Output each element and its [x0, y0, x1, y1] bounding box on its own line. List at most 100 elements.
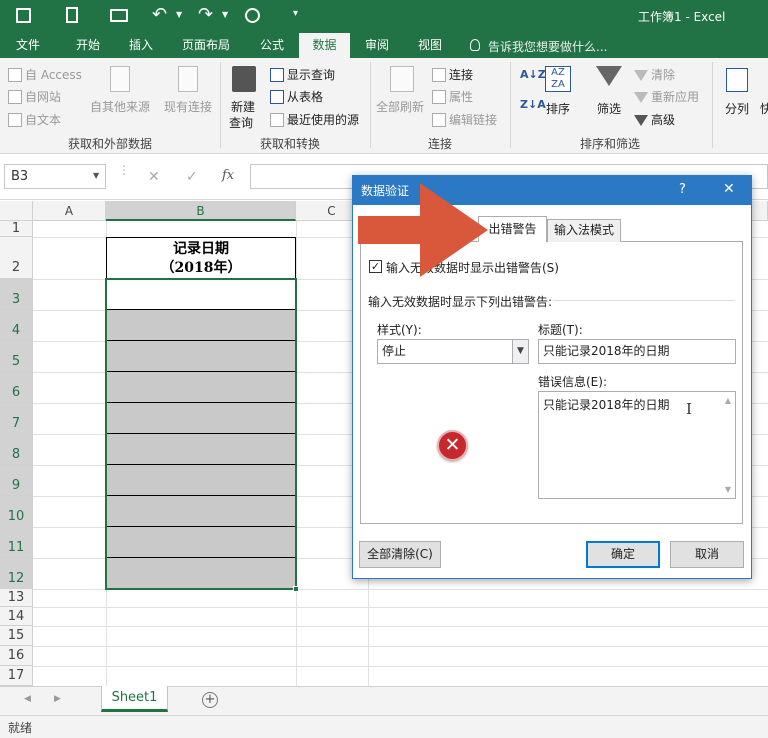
edit-links-icon	[432, 113, 446, 127]
scroll-up-icon[interactable]: ▲	[725, 396, 731, 405]
open-folder-icon[interactable]	[110, 9, 128, 22]
new-query-button[interactable]: 新建	[231, 98, 255, 115]
new-query-icon	[232, 66, 256, 92]
recent-sources-button[interactable]: 最近使用的源	[270, 111, 359, 128]
edit-links-button[interactable]: 编辑链接	[432, 111, 497, 128]
cell-border	[107, 309, 295, 310]
row-header[interactable]: 16	[0, 646, 33, 666]
undo-icon[interactable]: ↶	[152, 4, 167, 25]
redo-icon[interactable]: ↷	[198, 4, 213, 25]
new-query-button-line2[interactable]: 查询	[229, 114, 253, 131]
row-header[interactable]: 5	[0, 341, 33, 372]
clear-all-button[interactable]: 全部清除(C)	[359, 541, 441, 568]
selected-range[interactable]	[105, 278, 297, 590]
row-header[interactable]: 3	[0, 279, 33, 310]
sort-za-icon[interactable]: Z↓A	[520, 98, 546, 111]
status-ready: 就绪	[8, 721, 33, 735]
tab-review[interactable]: 审阅	[353, 33, 401, 58]
row-header[interactable]: 7	[0, 403, 33, 434]
help-icon[interactable]: ?	[679, 182, 686, 197]
scroll-left-icon[interactable]: ◀	[24, 694, 31, 704]
tab-home[interactable]: 开始	[64, 33, 112, 58]
existing-connections-button[interactable]: 现有连接	[164, 98, 212, 115]
redo-dropdown-icon[interactable]: ▼	[222, 10, 228, 19]
header-cell-b2[interactable]: 记录日期 （2018年）	[106, 237, 296, 279]
column-header-a[interactable]: A	[33, 201, 106, 221]
corner-select-all[interactable]	[0, 201, 33, 221]
row-header[interactable]: 4	[0, 310, 33, 341]
new-file-icon[interactable]	[66, 7, 78, 23]
ok-button[interactable]: 确定	[586, 541, 660, 568]
from-access-button[interactable]: 自 Access	[8, 66, 82, 83]
show-queries-button[interactable]: 显示查询	[270, 66, 335, 83]
row-header[interactable]: 17	[0, 666, 33, 686]
row-header[interactable]: 14	[0, 607, 33, 626]
tab-input-method[interactable]: 输入法模式	[547, 219, 621, 242]
enter-formula-icon[interactable]: ✓	[186, 169, 198, 185]
row-header[interactable]: 8	[0, 434, 33, 465]
from-text-button[interactable]: 自文本	[8, 111, 61, 128]
cell-border	[107, 495, 295, 496]
refresh-all-button[interactable]: 全部刷新	[376, 98, 424, 115]
flash-fill-button[interactable]: 快	[760, 100, 768, 117]
tab-data[interactable]: 数据	[299, 33, 350, 58]
tab-insert[interactable]: 插入	[117, 33, 165, 58]
other-sources-icon	[110, 66, 130, 92]
active-cell-b3[interactable]	[107, 280, 295, 309]
row-header[interactable]: 15	[0, 626, 33, 646]
fill-handle[interactable]	[293, 586, 299, 592]
section-label: 输入无效数据时显示下列出错警告:	[368, 295, 553, 309]
add-sheet-icon[interactable]: +	[202, 692, 218, 708]
customize-quick-access-icon[interactable]: ▾	[293, 8, 298, 19]
from-table-button[interactable]: 从表格	[270, 88, 323, 105]
ribbon-separator	[510, 62, 511, 148]
row-header[interactable]: 2	[0, 237, 33, 279]
row-header[interactable]: 9	[0, 465, 33, 496]
row-header[interactable]: 12	[0, 558, 33, 589]
tab-page-layout[interactable]: 页面布局	[174, 33, 238, 58]
sort-button[interactable]: 排序	[546, 100, 570, 117]
save-icon[interactable]	[16, 8, 31, 23]
cancel-formula-icon[interactable]: ✕	[148, 169, 160, 185]
column-header-b[interactable]: B	[106, 201, 296, 221]
style-select[interactable]: 停止 ▼	[377, 339, 529, 364]
text-to-columns-button[interactable]: 分列	[725, 100, 749, 117]
clear-filter-button[interactable]: 清除	[634, 66, 675, 83]
sheet-tab-sheet1[interactable]: Sheet1	[101, 686, 168, 712]
filter-button[interactable]: 筛选	[597, 100, 621, 117]
reapply-icon	[634, 92, 648, 103]
connections-icon	[432, 68, 446, 82]
more-dots-icon: ⋮	[118, 163, 130, 177]
row-header[interactable]: 6	[0, 372, 33, 403]
scroll-down-icon[interactable]: ▼	[725, 485, 731, 494]
row-header[interactable]: 11	[0, 527, 33, 558]
cell-border	[107, 433, 295, 434]
chevron-down-icon[interactable]: ▼	[512, 340, 528, 363]
insert-function-icon[interactable]: fx	[222, 168, 234, 183]
properties-button[interactable]: 属性	[432, 88, 473, 105]
tab-view[interactable]: 视图	[406, 33, 454, 58]
ribbon-data: 自 Access 自网站 自文本 自其他来源 现有连接 获取和外部数据 新建 查…	[0, 58, 768, 154]
row-header[interactable]: 1	[0, 221, 33, 237]
circle-icon[interactable]	[245, 8, 260, 23]
row-header[interactable]: 10	[0, 496, 33, 527]
from-web-button[interactable]: 自网站	[8, 88, 61, 105]
from-other-sources-button[interactable]: 自其他来源	[90, 98, 150, 115]
message-textarea[interactable]: 只能记录2018年的日期 I ▲ ▼	[538, 391, 736, 499]
row-header[interactable]: 13	[0, 589, 33, 607]
scroll-right-icon[interactable]: ▶	[54, 694, 61, 704]
title-input[interactable]: 只能记录2018年的日期	[538, 339, 736, 364]
group-label-transform: 获取和转换	[259, 137, 320, 151]
sort-az-icon[interactable]: A↓Z	[520, 68, 546, 81]
tell-me-input[interactable]: 告诉我您想要做什么...	[488, 38, 607, 55]
cancel-button[interactable]: 取消	[670, 541, 744, 568]
advanced-filter-button[interactable]: 高级	[634, 111, 675, 128]
undo-dropdown-icon[interactable]: ▼	[176, 10, 182, 19]
close-icon[interactable]: ✕	[723, 181, 735, 197]
reapply-button[interactable]: 重新应用	[634, 88, 699, 105]
name-box-dropdown-icon[interactable]: ▼	[93, 171, 99, 180]
connections-button[interactable]: 连接	[432, 66, 473, 83]
tab-formulas[interactable]: 公式	[248, 33, 296, 58]
tab-file[interactable]: 文件	[4, 33, 52, 58]
name-box[interactable]: B3 ▼	[4, 164, 106, 189]
